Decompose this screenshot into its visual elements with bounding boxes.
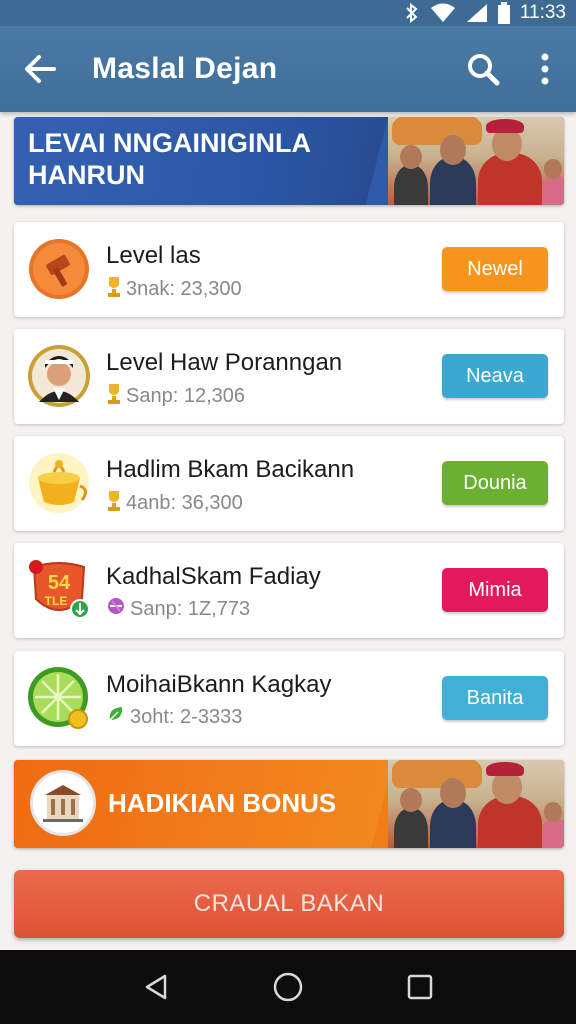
shield-label: TLE [45, 594, 68, 608]
trophy-icon [106, 275, 122, 303]
status-bar: 11:33 [0, 0, 576, 26]
golden-pot-icon [26, 450, 92, 516]
trophy-icon [106, 382, 122, 410]
back-arrow-icon[interactable] [0, 26, 80, 112]
lime-icon [26, 665, 92, 731]
recents-square-icon[interactable] [390, 957, 450, 1017]
item-action-button[interactable]: Dounia [442, 461, 548, 505]
item-action-button[interactable]: Mimia [442, 568, 548, 612]
hammer-badge-icon [26, 236, 92, 302]
wifi-icon [430, 3, 456, 23]
item-action-button[interactable]: Banita [442, 676, 548, 720]
item-name: Level Haw Poranngan [106, 349, 343, 376]
item-action-button[interactable]: Neava [442, 354, 548, 398]
list-item[interactable]: MoihaiBkann Kagkay 3oht: 2-3333 Banita [14, 651, 564, 746]
more-vert-icon[interactable] [514, 26, 576, 112]
item-score: Sanp: 12,306 [106, 382, 245, 410]
level-shield-icon: 54 TLE [26, 557, 92, 623]
shield-number: 54 [48, 572, 71, 594]
status-time: 11:33 [519, 2, 566, 23]
back-triangle-icon[interactable] [126, 957, 186, 1017]
bonus-banner[interactable]: HADIKIAN BONUS [14, 760, 564, 848]
item-score-text: Sanp: 12,306 [126, 384, 245, 407]
list-item[interactable]: Hadlim Bkam Bacikann 4anb: 36,300 Dounia [14, 436, 564, 531]
primary-action-button[interactable]: CRAUAL BAKAN [14, 870, 564, 938]
banner-photo [388, 117, 564, 205]
item-score-text: 3oht: 2-3333 [130, 705, 243, 728]
list-item[interactable]: Level las 3nak: 23,300 Newel [14, 222, 564, 317]
top-banner[interactable]: LEVAI NNGAINIGINLA HANRUN [14, 117, 564, 205]
leaf-icon [106, 704, 126, 730]
trophy-icon [106, 489, 122, 517]
item-name: KadhalSkam Fadiay [106, 563, 321, 590]
search-icon[interactable] [452, 26, 514, 112]
item-name: Level las [106, 242, 201, 269]
top-banner-text: LEVAI NNGAINIGINLA HANRUN [28, 128, 310, 190]
item-name: Hadlim Bkam Bacikann [106, 456, 355, 483]
home-circle-icon[interactable] [258, 957, 318, 1017]
signal-icon [466, 3, 488, 23]
item-score: 3oht: 2-3333 [106, 704, 242, 730]
item-score-text: Sanp: 1Z,773 [130, 597, 251, 620]
system-nav-bar [0, 950, 576, 1024]
item-score-text: 3nak: 23,300 [126, 277, 242, 300]
item-action-button[interactable]: Newel [442, 247, 548, 291]
item-score: 4anb: 36,300 [106, 489, 243, 517]
item-name: MoihaiBkann Kagkay [106, 671, 332, 698]
bluetooth-icon [404, 3, 420, 23]
building-icon [30, 770, 96, 836]
bonus-banner-text: HADIKIAN BONUS [108, 788, 337, 818]
item-score: Sanp: 1Z,773 [106, 596, 250, 622]
item-score-text: 4anb: 36,300 [126, 491, 243, 514]
list-item[interactable]: 54 TLE KadhalSkam Fadiay Sanp: 1Z,773 Mi… [14, 543, 564, 638]
banner-photo [388, 760, 564, 848]
gem-icon [106, 596, 126, 622]
item-score: 3nak: 23,300 [106, 275, 242, 303]
character-avatar-icon [26, 343, 92, 409]
battery-icon [497, 2, 510, 24]
app-bar: Maslal Dejan [0, 26, 576, 112]
list-item[interactable]: Level Haw Poranngan Sanp: 12,306 Neava [14, 329, 564, 424]
page-title: Maslal Dejan [92, 52, 278, 85]
